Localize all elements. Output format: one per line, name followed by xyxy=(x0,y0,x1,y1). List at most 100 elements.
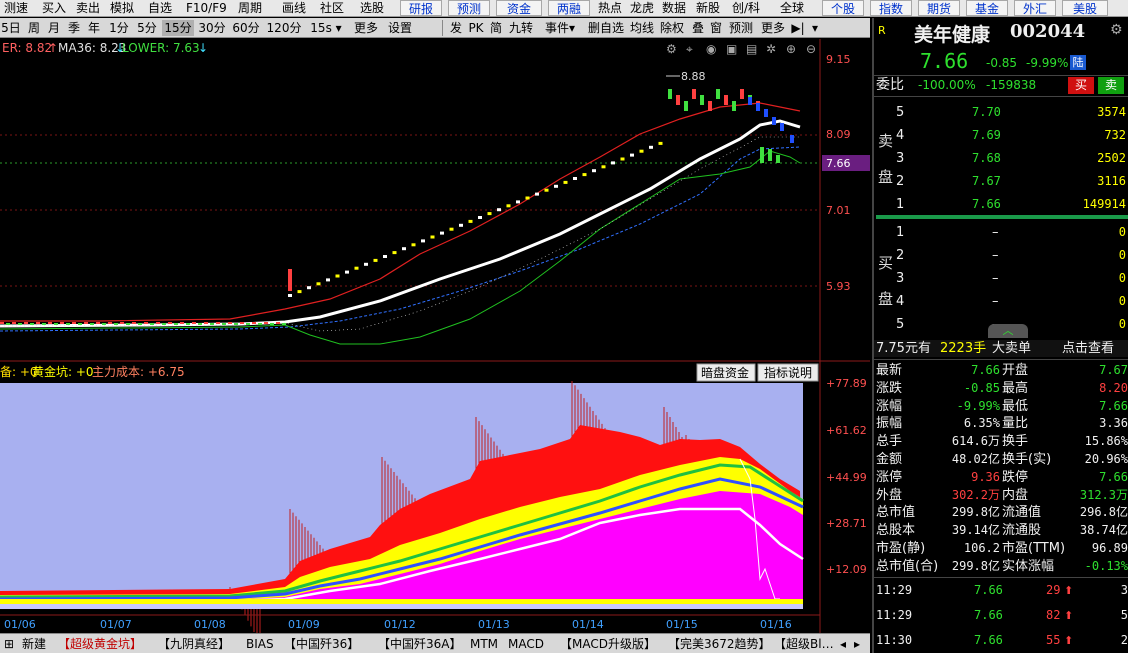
tab-macd[interactable]: MACD xyxy=(508,636,544,652)
sell-level-row[interactable]: 2 7.67 3116 xyxy=(874,173,1128,190)
period-60min[interactable]: 60分 xyxy=(230,20,262,36)
tool-pk[interactable]: PK xyxy=(466,20,486,36)
menu-speedtest[interactable]: 测速 xyxy=(4,1,28,16)
tool-ma[interactable]: 均线 xyxy=(628,20,656,36)
sell-level-row[interactable]: 3 7.68 2502 xyxy=(874,150,1128,167)
sell-level-row[interactable]: 4 7.69 732 xyxy=(874,127,1128,144)
sell-level-row[interactable]: 1 7.66 149914 xyxy=(874,196,1128,213)
menu-lhb[interactable]: 龙虎 xyxy=(630,1,654,16)
dark-fund-button[interactable]: 暗盘资金 xyxy=(701,365,749,380)
btn-fund[interactable]: 资金 xyxy=(496,0,542,16)
buy-level-row[interactable]: 2 – 0 xyxy=(874,247,1128,264)
tab-new[interactable]: 新建 xyxy=(22,636,46,652)
buy-button[interactable]: 买 xyxy=(1068,77,1094,94)
quote-label: 涨跌 xyxy=(876,380,903,396)
tool-predict[interactable]: 预测 xyxy=(726,20,756,36)
big-order-row[interactable]: 7.75元有 2223手 大卖单 点击查看 xyxy=(874,340,1128,357)
btn-funds[interactable]: 基金 xyxy=(966,0,1008,16)
tab-super-bi[interactable]: 【超级Bl… xyxy=(774,636,834,652)
menu-chuangke[interactable]: 创/科 xyxy=(732,1,760,16)
candle xyxy=(276,322,280,324)
tab-j36a[interactable]: 【中国歼36A】 xyxy=(378,636,461,652)
tool-remove-watch[interactable]: 删自选 xyxy=(586,20,626,36)
tool-events[interactable]: 事件▾ xyxy=(538,20,582,36)
period-week[interactable]: 周 xyxy=(26,20,42,36)
menu-sell[interactable]: 卖出 xyxy=(76,1,100,16)
pin-icon[interactable]: ⌖ xyxy=(686,42,693,56)
btn-usstock[interactable]: 美股 xyxy=(1062,0,1108,16)
period-15s[interactable]: 15s ▾ xyxy=(306,20,346,36)
period-quarter[interactable]: 季 xyxy=(66,20,82,36)
bag-icon[interactable]: ▤ xyxy=(746,42,757,56)
buy-level-row[interactable]: 1 – 0 xyxy=(874,224,1128,241)
period-more[interactable]: 更多 xyxy=(350,20,382,36)
gear-icon[interactable]: ✲ xyxy=(766,42,776,56)
menu-draw[interactable]: 画线 xyxy=(282,1,306,16)
btn-margin[interactable]: 两融 xyxy=(548,0,590,16)
period-120min[interactable]: 120分 xyxy=(264,20,304,36)
btn-forecast[interactable]: 预测 xyxy=(448,0,490,16)
chevron-right-icon[interactable]: ▸ xyxy=(854,636,860,652)
settings-icon[interactable]: ⚙ xyxy=(666,42,677,56)
zoom-out-icon[interactable]: ⊖ xyxy=(806,42,816,56)
tool-exright[interactable]: 除权 xyxy=(658,20,686,36)
zoom-in-icon[interactable]: ⊕ xyxy=(786,42,796,56)
buy-level-row[interactable]: 4 – 0 xyxy=(874,293,1128,310)
tool-simple[interactable]: 简 xyxy=(488,20,504,36)
candle xyxy=(24,322,28,324)
btn-research[interactable]: 研报 xyxy=(400,0,442,16)
chevron-down-icon[interactable]: ▾ xyxy=(808,20,822,36)
tab-mtm[interactable]: MTM xyxy=(470,636,498,652)
menu-buy[interactable]: 买入 xyxy=(42,1,66,16)
eye-icon[interactable]: ◉ xyxy=(706,42,716,56)
menu-f10[interactable]: F10/F9 xyxy=(186,1,227,16)
kline-chart-svg[interactable]: ER: 8.82 ↑ MA36: 8.23 ↓ LOWER: 7.63 ↓ ⚙ … xyxy=(0,39,870,644)
quote-value: -0.13% xyxy=(1084,558,1128,573)
sell-button[interactable]: 卖 xyxy=(1098,77,1124,94)
tool-nine-turn[interactable]: 九转 xyxy=(506,20,536,36)
candle xyxy=(764,109,768,117)
tool-more[interactable]: 更多 xyxy=(758,20,788,36)
chevron-up-icon[interactable]: ︿ xyxy=(988,324,1028,338)
btn-futures[interactable]: 期货 xyxy=(918,0,960,16)
period-month[interactable]: 月 xyxy=(46,20,62,36)
new-icon[interactable]: ⊞ xyxy=(4,636,14,652)
menu-newstock[interactable]: 新股 xyxy=(696,1,720,16)
gear-icon[interactable]: ⚙ xyxy=(1110,22,1123,38)
period-year[interactable]: 年 xyxy=(86,20,102,36)
btn-forex[interactable]: 外汇 xyxy=(1014,0,1056,16)
period-15min[interactable]: 15分 xyxy=(162,20,194,36)
tab-jiuyin[interactable]: 【九阴真经】 xyxy=(158,636,230,652)
menu-period[interactable]: 周期 xyxy=(238,1,262,16)
sell-level-row[interactable]: 5 7.70 3574 xyxy=(874,104,1128,121)
menu-community[interactable]: 社区 xyxy=(320,1,344,16)
tab-super-gold-pit[interactable]: 【超级黄金坑】 xyxy=(58,636,142,652)
clipboard-icon[interactable]: ▣ xyxy=(726,42,737,56)
tool-post[interactable]: 发 xyxy=(448,20,464,36)
menu-watchlist[interactable]: 自选 xyxy=(148,1,172,16)
menu-screener[interactable]: 选股 xyxy=(360,1,384,16)
menu-global[interactable]: 全球 xyxy=(780,1,804,16)
big-order-link[interactable]: 点击查看 xyxy=(1062,340,1114,357)
menu-simulate[interactable]: 模拟 xyxy=(110,1,134,16)
tab-bias[interactable]: BIAS xyxy=(246,636,274,652)
tab-j36[interactable]: 【中国歼36】 xyxy=(284,636,359,652)
period-30min[interactable]: 30分 xyxy=(196,20,228,36)
tool-overlay[interactable]: 叠 xyxy=(690,20,706,36)
buy-level-row[interactable]: 3 – 0 xyxy=(874,270,1128,287)
menu-hot[interactable]: 热点 xyxy=(598,1,622,16)
period-5day[interactable]: 5日 xyxy=(0,20,22,36)
period-5min[interactable]: 5分 xyxy=(134,20,160,36)
period-settings[interactable]: 设置 xyxy=(384,20,416,36)
next-icon[interactable]: ▶| xyxy=(790,20,806,36)
period-1min[interactable]: 1分 xyxy=(106,20,132,36)
menu-data[interactable]: 数据 xyxy=(662,1,686,16)
tab-perfect-trend[interactable]: 【完美3672趋势】 xyxy=(668,636,771,652)
tool-window[interactable]: 窗 xyxy=(708,20,724,36)
tab-macd-plus[interactable]: 【MACD升级版】 xyxy=(560,636,656,652)
btn-index[interactable]: 指数 xyxy=(870,0,912,16)
chevron-left-icon[interactable]: ◂ xyxy=(840,636,846,652)
tick-volume: 55 xyxy=(1046,633,1061,647)
btn-stock[interactable]: 个股 xyxy=(822,0,864,16)
indicator-help-button[interactable]: 指标说明 xyxy=(764,365,812,380)
